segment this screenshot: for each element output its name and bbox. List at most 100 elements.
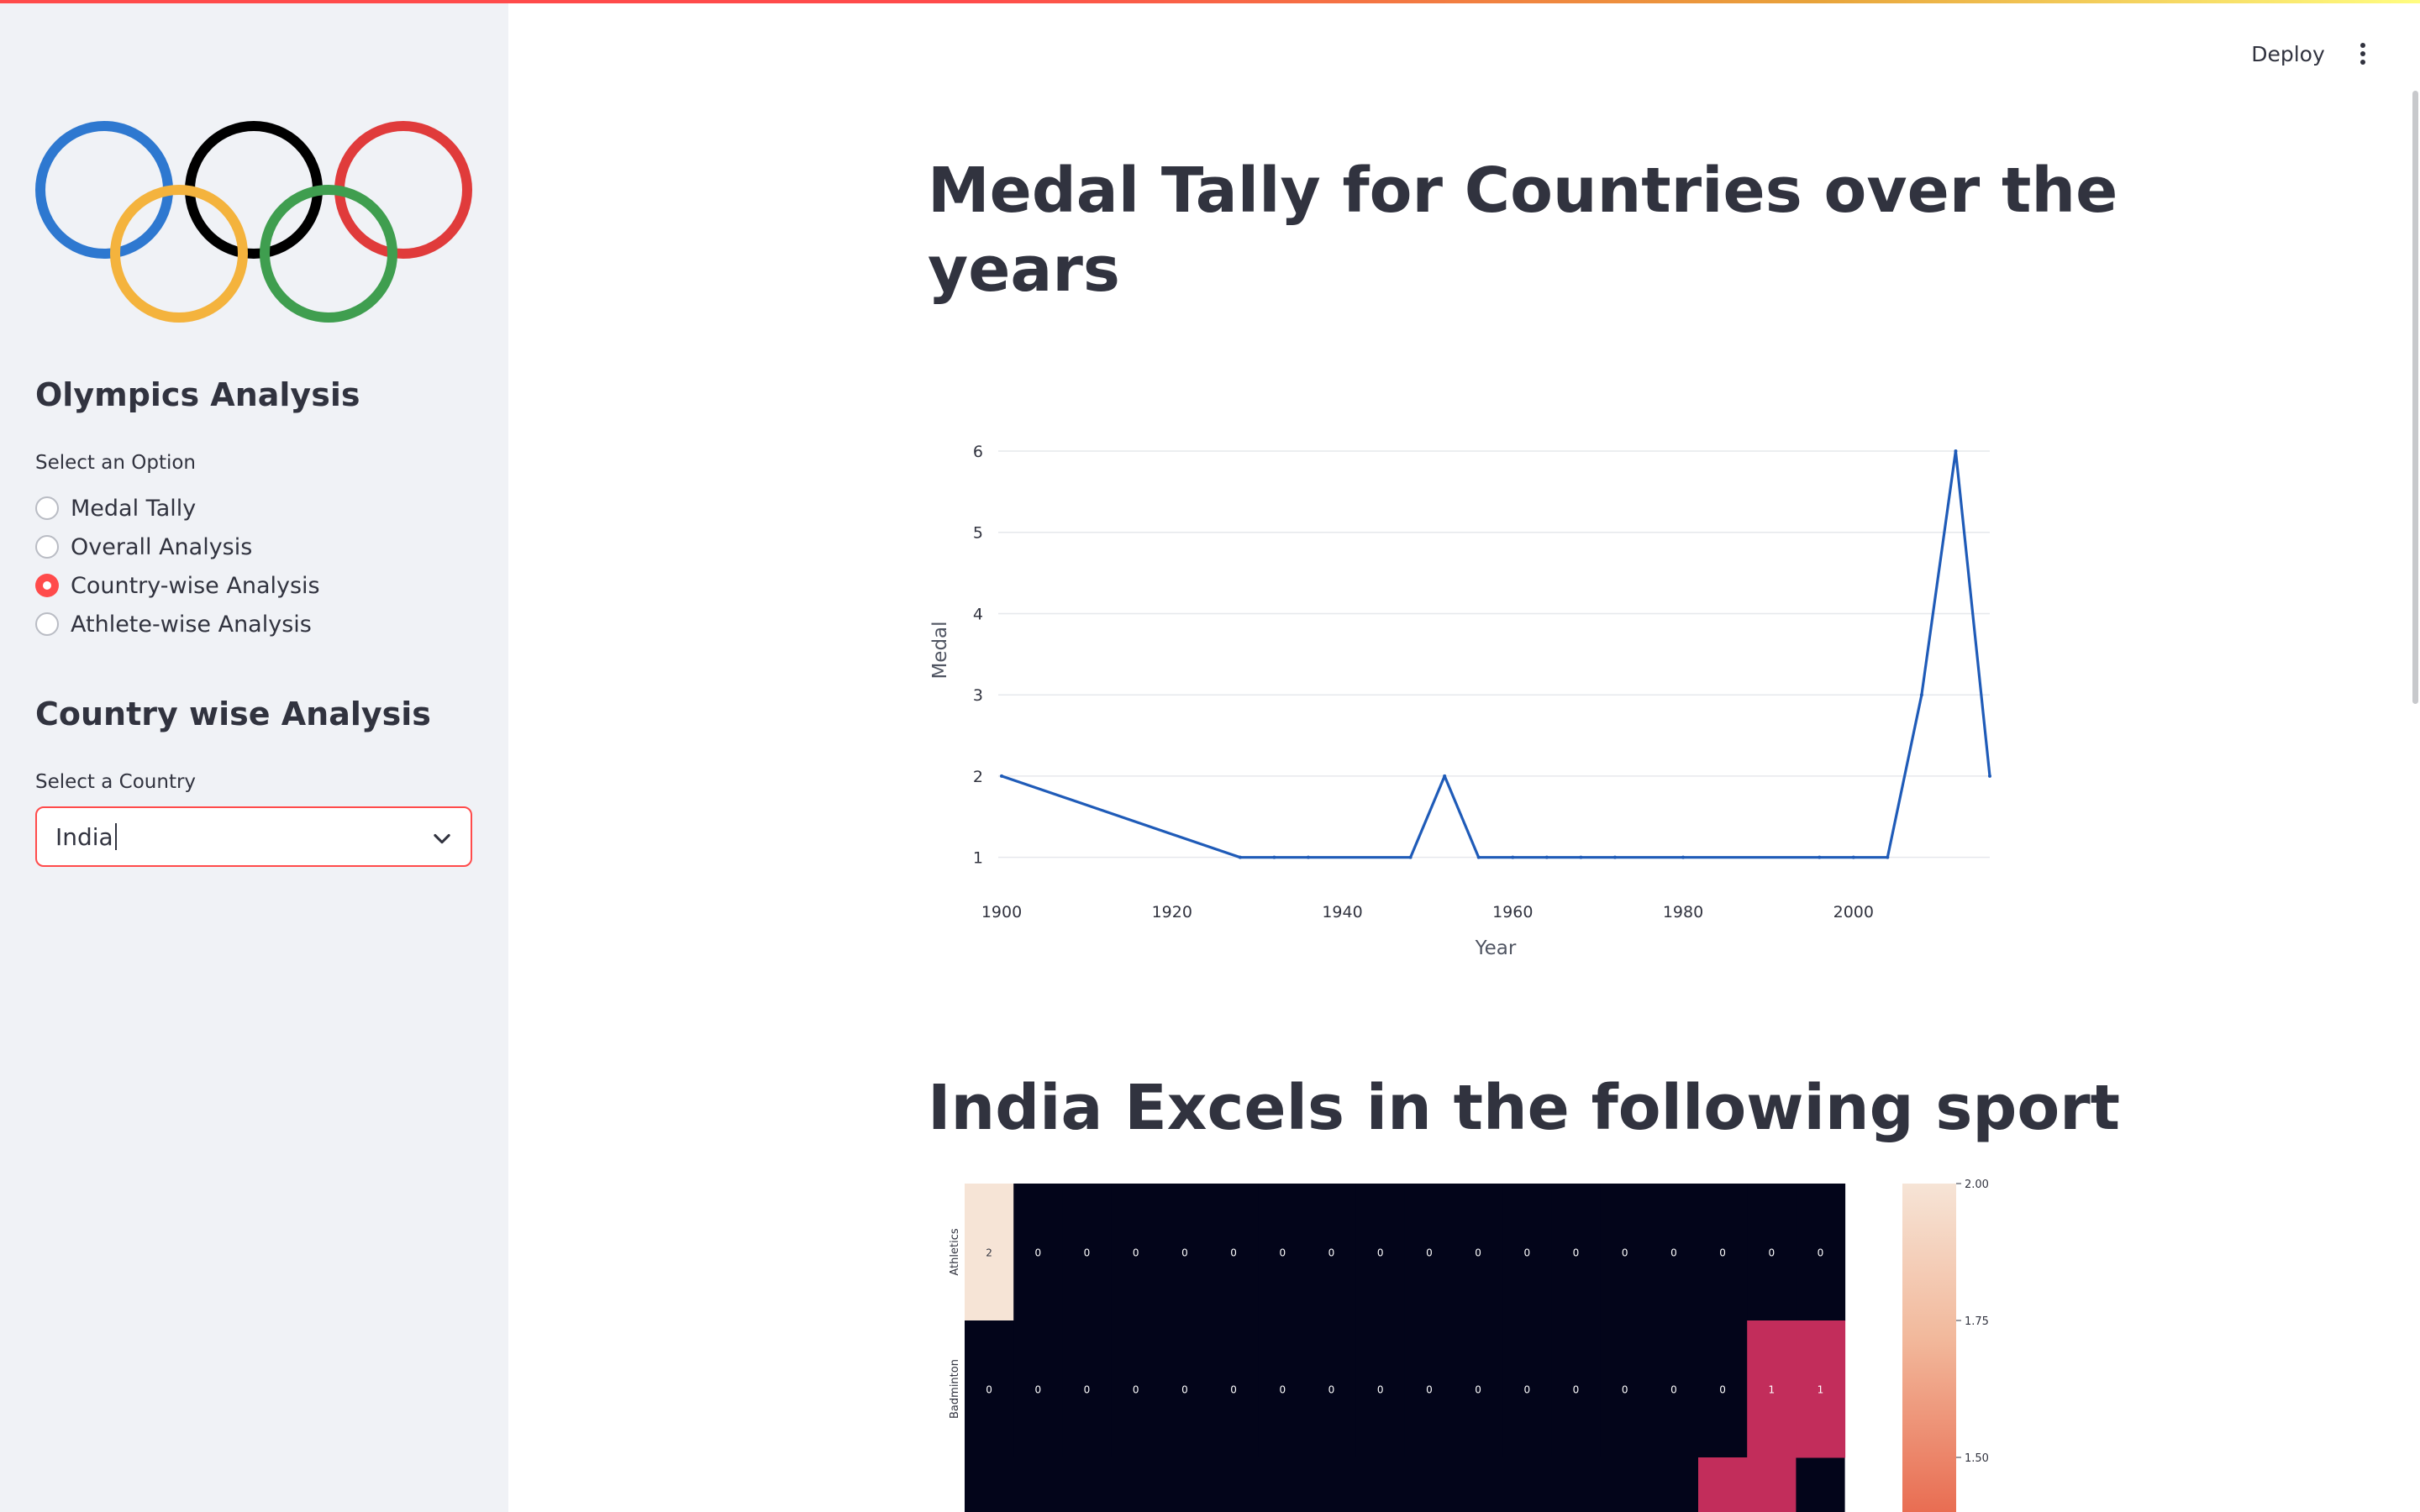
data-point [1476,855,1481,859]
x-tick-label: 1980 [1663,903,1703,921]
sidebar-title: Olympics Analysis [35,376,360,413]
heatmap-cell-label: 0 [1181,1247,1188,1259]
heatmap-cell-label: 0 [1133,1384,1139,1396]
data-point [1000,774,1003,778]
heatmap-cell-label: 1 [1818,1384,1824,1396]
sport-heatmap: 2 0 0 0 0 0 0 0 0 0 0 0 0 0 0 0 0 0 Athletics 0 0 0 0 0 0 0 0 0 0 0 0 0… [949,1179,1989,1512]
colorbar [1902,1184,1956,1512]
data-point [1851,855,1855,859]
radio-unchecked-icon[interactable] [35,535,59,559]
radio-label: Country-wise Analysis [71,572,320,599]
radio-label: Medal Tally [71,495,197,522]
radio-checked-icon[interactable] [35,574,59,597]
text-cursor [114,823,117,850]
heatmap-cell-label: 0 [1573,1247,1580,1259]
heatmap-cell-label: 1 [1768,1384,1775,1396]
deploy-button[interactable]: Deploy [2242,37,2334,71]
data-point [1954,449,1958,454]
x-tick-label: 2000 [1833,903,1874,921]
data-point [1511,855,1515,859]
heatmap-cell-label: 0 [1719,1247,1726,1259]
data-point [1238,855,1242,859]
sport-heading: India Excels in the following sport [928,1072,2121,1144]
heatmap-cell [1698,1457,1797,1512]
data-point [1681,855,1686,859]
y-tick-label: 5 [973,524,983,543]
y-tick-label: 2 [973,768,983,786]
option-label: Select an Option [35,452,197,474]
x-tick-label: 1920 [1152,903,1192,921]
black-ring [185,121,323,259]
data-point [1886,855,1890,859]
y-tick-label: 1 [973,849,983,868]
heatmap-cell-label: 0 [1475,1247,1481,1259]
blue-ring [35,121,173,259]
radio-unchecked-icon[interactable] [35,612,59,636]
radio-country-wise-analysis[interactable]: Country-wise Analysis [35,569,320,602]
heatmap-cell-label: 0 [1768,1247,1775,1259]
radio-unchecked-icon[interactable] [35,496,59,520]
data-point [1919,693,1923,697]
heatmap-cell-label: 0 [1377,1384,1384,1396]
colorbar-tick-label: 1.75 [1965,1315,1989,1328]
radio-athlete-wise-analysis[interactable]: Athlete-wise Analysis [35,607,312,641]
page-title-line2: years [928,234,1120,306]
chevron-down-icon[interactable] [430,827,454,850]
heatmap-cell-label: 0 [1426,1384,1433,1396]
country-label: Select a Country [35,771,197,793]
scrollbar[interactable] [2412,91,2418,704]
heatmap-cell-label: 2 [986,1247,992,1259]
heatmap-cell-label: 0 [1084,1247,1091,1259]
heatmap-cell-label: 0 [1719,1384,1726,1396]
data-point [1612,855,1617,859]
heatmap-cell-label: 0 [1181,1384,1188,1396]
x-tick-label: 1900 [981,903,1022,921]
series-line [1001,449,1991,859]
heatmap-row-label: Badminton [949,1359,961,1419]
sidebar: Olympics Analysis Select an Option Medal… [0,0,508,1512]
heatmap-cell-label: 0 [1426,1247,1433,1259]
country-select-value[interactable]: India [55,823,113,851]
section-title: Country wise Analysis [35,696,431,732]
page-title-line1: Medal Tally for Countries over the [928,155,2118,227]
heatmap-cell-label: 0 [1818,1247,1824,1259]
heatmap-cell-label: 0 [1670,1384,1677,1396]
heatmap-cell-label: 0 [1475,1384,1481,1396]
colorbar-tick-label: 2.00 [1965,1179,1989,1191]
heatmap-cell-label: 0 [1133,1247,1139,1259]
heatmap-cell-label: 0 [986,1384,992,1396]
heatmap-cell-label: 0 [1377,1247,1384,1259]
red-ring [334,121,472,259]
data-point [1818,855,1822,859]
x-tick-label: 1940 [1322,903,1362,921]
x-axis-label: Year [1475,937,1517,959]
data-point [1544,855,1549,859]
y-tick-label: 6 [973,443,983,461]
app-top-decoration [0,0,2420,3]
x-tick-label: 1960 [1492,903,1533,921]
olympic-rings-icon [35,121,472,323]
heatmap-cell-label: 0 [1230,1384,1237,1396]
heatmap-cell-label: 0 [1670,1247,1677,1259]
y-tick-label: 3 [973,686,983,705]
radio-overall-analysis[interactable]: Overall Analysis [35,530,252,564]
radio-medal-tally[interactable]: Medal Tally [35,491,196,525]
heatmap-cell-label: 0 [1328,1384,1335,1396]
data-point [1443,774,1447,778]
yellow-ring [110,185,248,323]
data-point [1579,855,1583,859]
kebab-menu-icon[interactable] [2348,39,2378,69]
heatmap-cell-label: 0 [1279,1384,1286,1396]
medal-line-chart: 1 2 3 4 5 6 1900 1920 1940 1960 1980 2000 Year Medal [929,443,1991,959]
heatmap-cell-label: 0 [1523,1247,1530,1259]
heatmap-cell-label: 0 [1328,1247,1335,1259]
radio-label: Athlete-wise Analysis [71,611,312,638]
y-tick-label: 4 [973,605,983,623]
heatmap-cell-label: 0 [1279,1247,1286,1259]
page-title: Medal Tally for Countries over the years [928,151,2118,309]
heatmap-cell-label: 0 [1622,1384,1628,1396]
country-select[interactable]: India [35,806,472,867]
heatmap-cell-label: 0 [1573,1384,1580,1396]
heatmap-cell-label: 0 [1084,1384,1091,1396]
data-point [1988,774,1991,778]
